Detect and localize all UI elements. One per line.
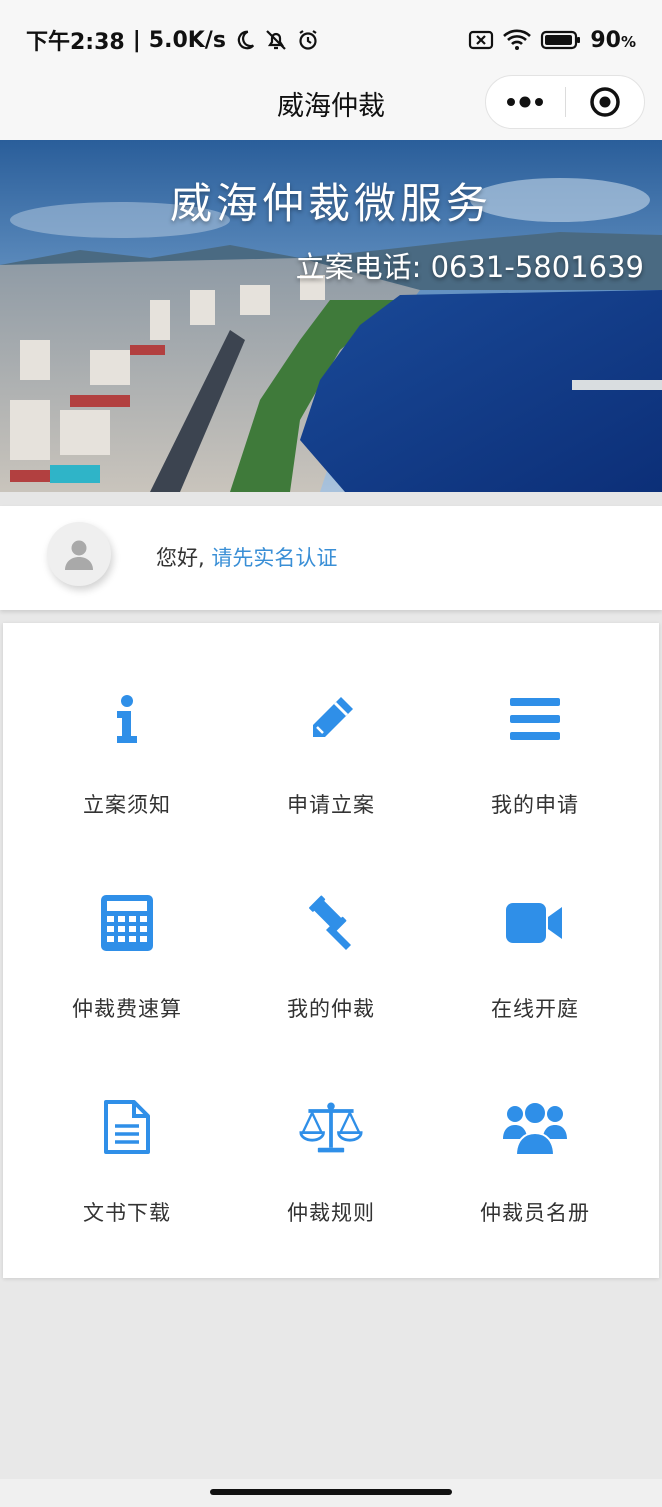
target-circle-icon [590,87,620,117]
nav-bar: 威海仲裁 [0,70,662,140]
pencil-icon [299,691,363,747]
menu-label: 仲裁规则 [287,1201,375,1225]
list-icon [503,691,567,747]
network-speed: 5.0K/s [148,27,226,53]
menu-item-fee-calculator[interactable]: 仲裁费速算 [25,827,229,1031]
status-left: 下午2:38 | 5.0K/s [26,24,320,56]
status-bar: 下午2:38 | 5.0K/s 90% [0,0,662,80]
menu-label: 在线开庭 [491,997,579,1021]
home-indicator[interactable] [210,1489,452,1495]
more-button[interactable] [486,76,565,128]
menu-label: 立案须知 [83,793,171,817]
mini-program-capsule [485,75,645,129]
menu-label: 我的仲裁 [287,997,375,1021]
battery-level: 90% [590,27,636,53]
moon-icon [234,29,256,51]
menu-label: 文书下载 [83,1201,171,1225]
menu-label: 申请立案 [287,793,375,817]
menu-label: 我的申请 [491,793,579,817]
status-right: 90% [468,28,636,53]
greeting-text: 您好, [156,546,205,570]
menu-item-online-hearing[interactable]: 在线开庭 [433,827,637,1031]
status-divider: | [132,27,141,53]
menu-item-arbitrator-roster[interactable]: 仲裁员名册 [433,1031,637,1235]
menu-item-arbitration-rules[interactable]: 仲裁规则 [229,1031,433,1235]
more-dots-icon [507,96,544,108]
menu-item-filing-notice[interactable]: 立案须知 [25,623,229,827]
gavel-icon [299,895,363,951]
wifi-icon [502,28,532,52]
calculator-icon [95,895,159,951]
video-camera-icon [503,895,567,951]
sim-off-icon [468,29,494,51]
alarm-icon [296,28,320,52]
menu-item-apply-filing[interactable]: 申请立案 [229,623,433,827]
menu-item-my-applications[interactable]: 我的申请 [433,623,637,827]
bell-off-icon [264,28,288,52]
real-name-verify-link[interactable]: 请先实名认证 [211,546,337,570]
document-icon [95,1099,159,1155]
menu-label: 仲裁员名册 [480,1201,590,1225]
greeting: 您好, 请先实名认证 [156,542,337,572]
menu-item-document-download[interactable]: 文书下载 [25,1031,229,1235]
menu-item-my-arbitration[interactable]: 我的仲裁 [229,827,433,1031]
users-icon [503,1099,567,1155]
banner-title: 威海仲裁微服务 [169,179,492,228]
info-icon [95,691,159,747]
user-silhouette-icon [65,540,93,570]
battery-icon [540,29,582,51]
filing-phone[interactable]: 立案电话: 0631-5801639 [296,244,644,286]
close-button[interactable] [566,76,645,128]
menu-label: 仲裁费速算 [72,997,182,1021]
status-time: 下午2:38 [26,30,125,55]
user-card: 您好, 请先实名认证 [0,506,662,610]
banner: 威海仲裁微服务 立案电话: 0631-5801639 [0,140,662,492]
banner-gap [0,492,662,506]
scales-icon [299,1099,363,1155]
avatar[interactable] [47,522,111,586]
menu-grid: 立案须知 申请立案 我的申请 仲裁费速算 我的仲裁 在线开庭 文书下载 仲裁规则… [3,623,659,1278]
